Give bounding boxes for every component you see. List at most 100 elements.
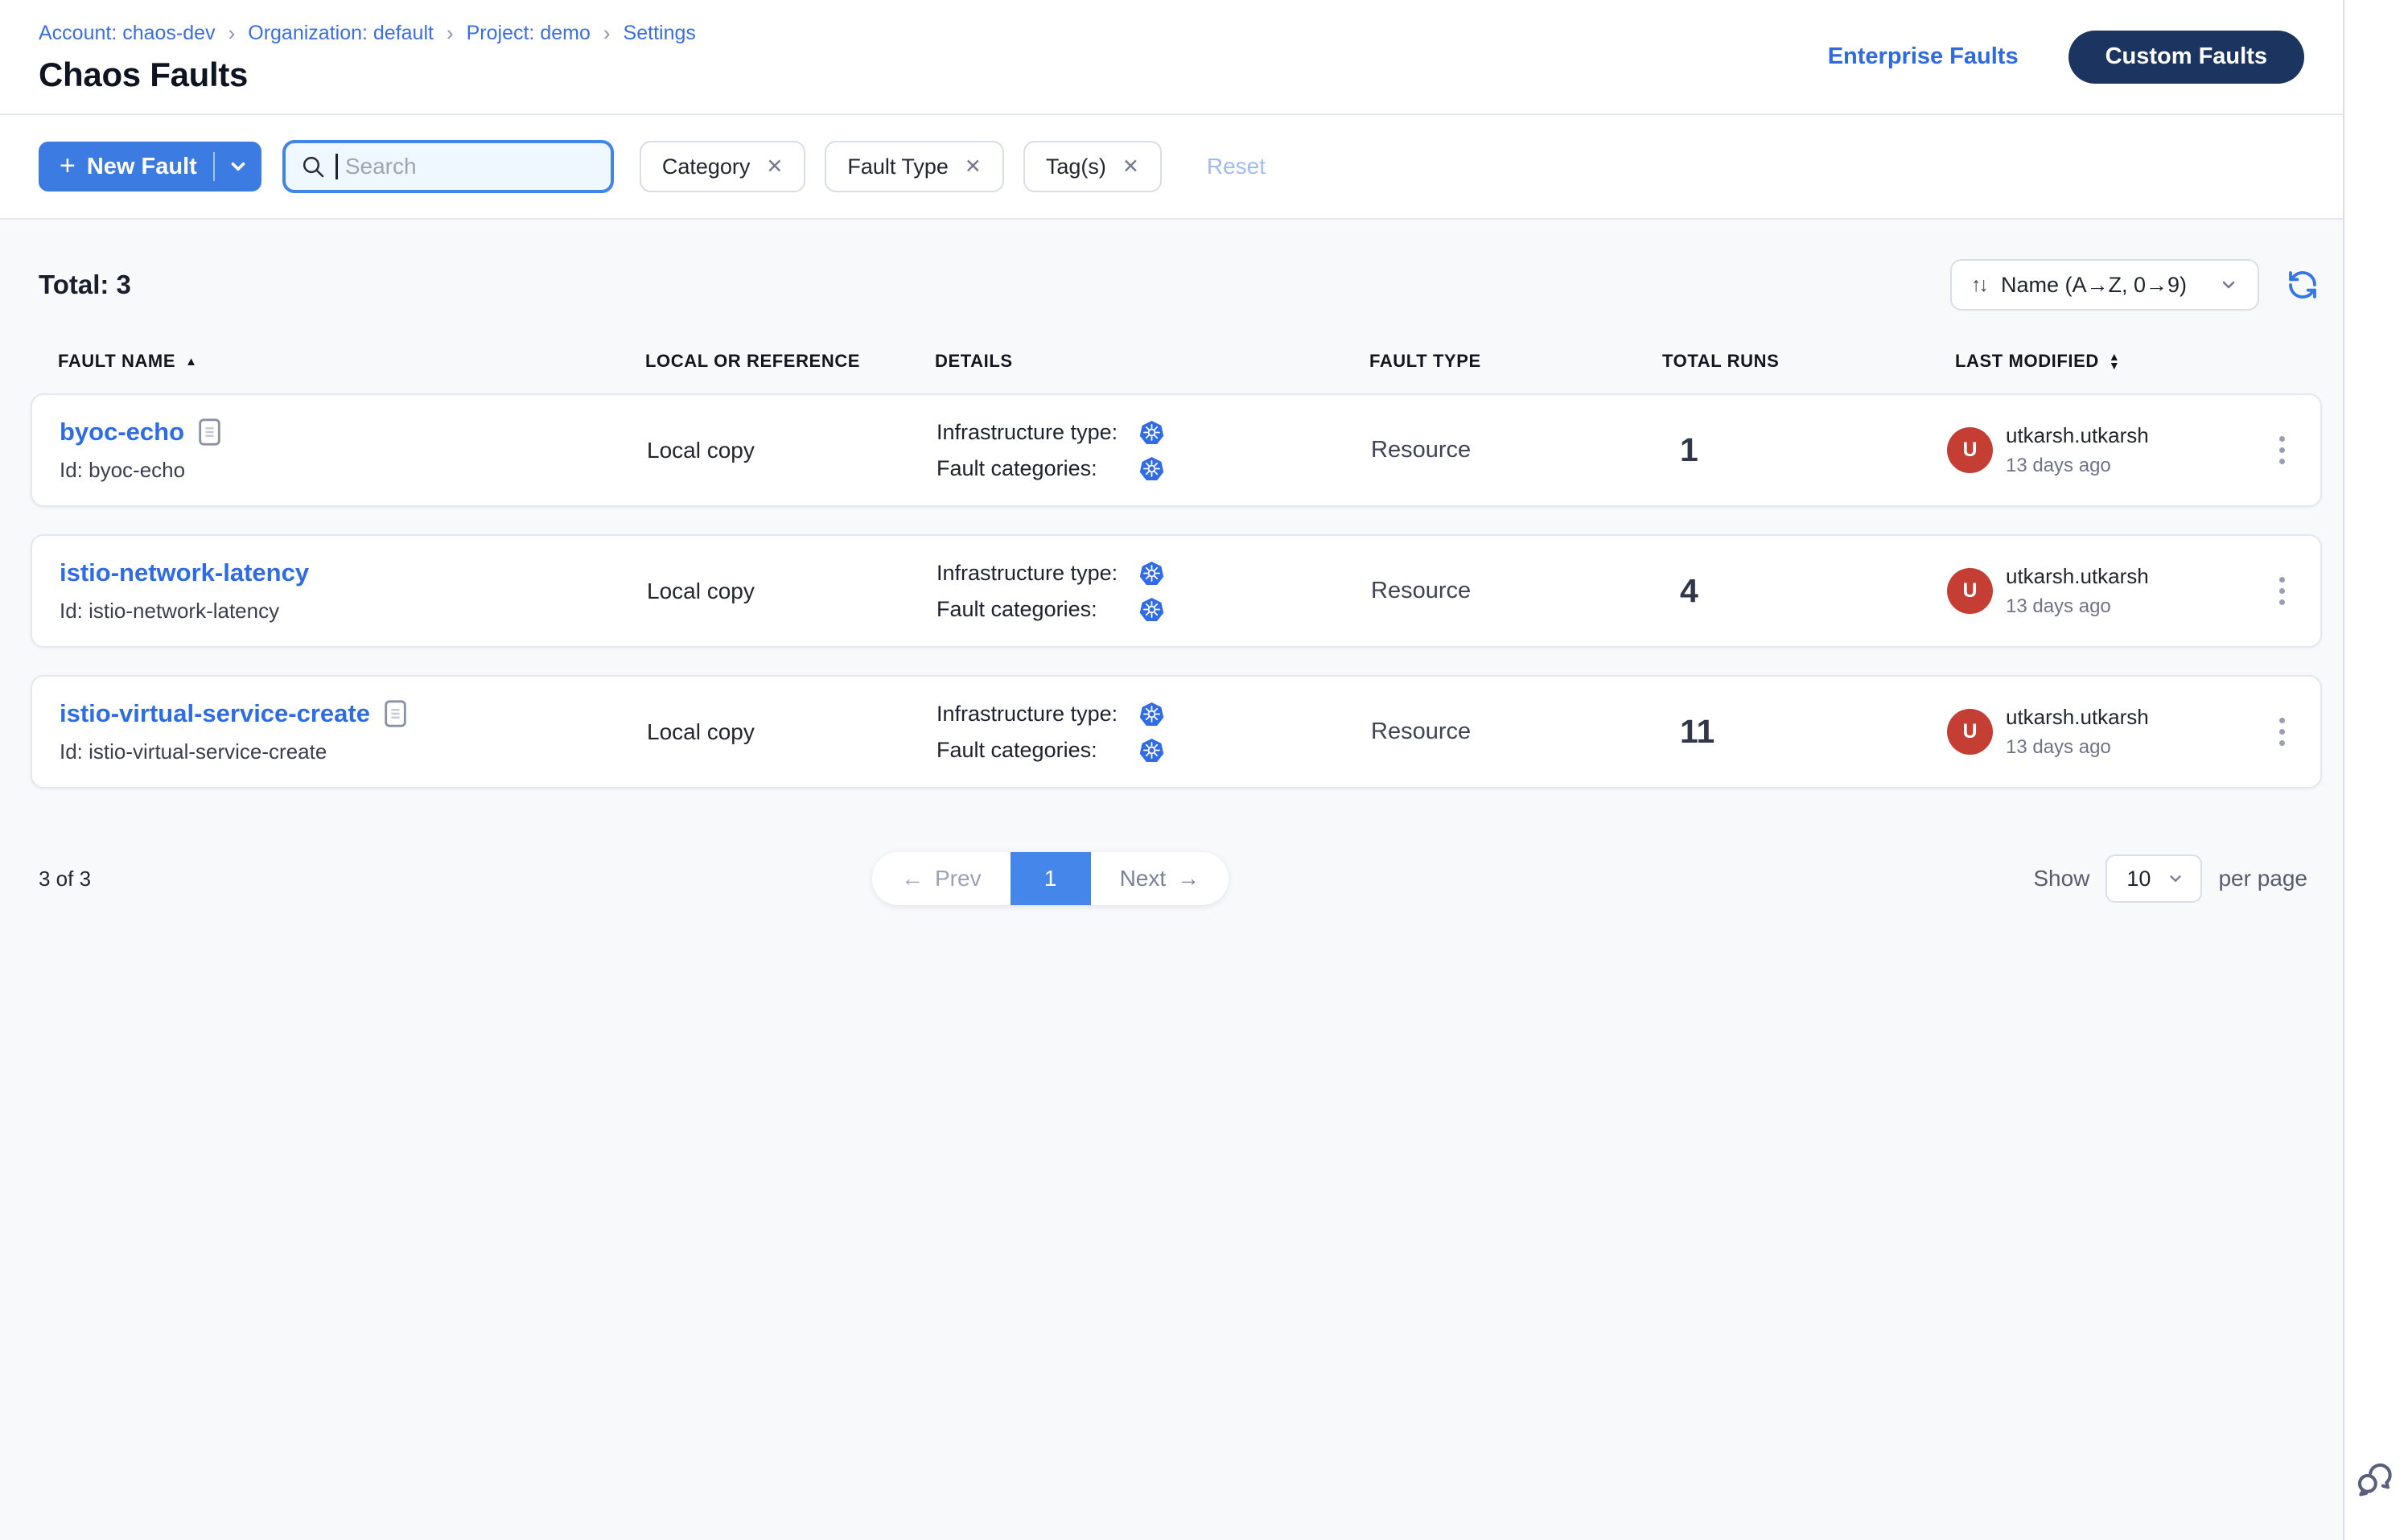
filter-chip-category[interactable]: Category ✕ bbox=[640, 141, 806, 192]
list-controls: Total: 3 ↑↓ Name (A→Z, 0→9) bbox=[31, 258, 2322, 311]
list-controls-right: ↑↓ Name (A→Z, 0→9) bbox=[1950, 259, 2322, 311]
details-cell: Infrastructure type: Fault categories: bbox=[917, 677, 1352, 787]
chat-widget-button[interactable] bbox=[2352, 1457, 2398, 1508]
breadcrumb-account[interactable]: Account: chaos-dev bbox=[39, 22, 216, 45]
row-menu-cell bbox=[2243, 395, 2320, 505]
text-caret bbox=[335, 154, 338, 179]
show-label: Show bbox=[2033, 866, 2089, 891]
fault-type-value: Resource bbox=[1371, 437, 1471, 463]
fault-id: Id: byoc-echo bbox=[60, 458, 185, 483]
modified-by: utkarsh.utkarsh bbox=[2006, 564, 2149, 589]
local-copy-label: Local copy bbox=[647, 579, 755, 604]
fault-type-cell: Resource bbox=[1352, 536, 1645, 646]
arrow-left-icon: ← bbox=[901, 866, 924, 891]
fault-name-cell: istio-network-latency Id: istio-network-… bbox=[32, 536, 628, 646]
page-size-value: 10 bbox=[2126, 867, 2151, 891]
search-input[interactable] bbox=[282, 140, 614, 193]
per-page-label: per page bbox=[2218, 866, 2307, 891]
close-icon[interactable]: ✕ bbox=[766, 154, 783, 179]
breadcrumb-project[interactable]: Project: demo bbox=[467, 22, 591, 45]
row-menu-button[interactable] bbox=[2271, 569, 2293, 613]
fault-type-cell: Resource bbox=[1352, 395, 1645, 505]
plus-icon: + bbox=[60, 152, 76, 179]
column-header-local-or-reference: LOCAL OR REFERENCE bbox=[626, 351, 916, 372]
row-menu-button[interactable] bbox=[2271, 710, 2293, 754]
chevron-down-icon bbox=[228, 156, 249, 177]
details-cell: Infrastructure type: Fault categories: bbox=[917, 395, 1352, 505]
pager: ← Prev 1 Next → bbox=[872, 852, 1229, 905]
prev-page-button[interactable]: ← Prev bbox=[872, 852, 1011, 905]
breadcrumb-separator: › bbox=[447, 21, 454, 46]
fault-type-value: Resource bbox=[1371, 578, 1471, 604]
chevron-down-icon bbox=[2219, 275, 2238, 294]
modified-date: 13 days ago bbox=[2006, 455, 2149, 477]
filter-chip-tags[interactable]: Tag(s) ✕ bbox=[1023, 141, 1162, 192]
sort-dropdown[interactable]: ↑↓ Name (A→Z, 0→9) bbox=[1950, 259, 2259, 311]
fault-name-link[interactable]: istio-network-latency bbox=[60, 558, 309, 587]
manifest-doc-icon[interactable] bbox=[385, 700, 406, 727]
infrastructure-type-label: Infrastructure type: bbox=[936, 420, 1139, 445]
modified-by: utkarsh.utkarsh bbox=[2006, 423, 2149, 448]
chat-bubbles-icon bbox=[2352, 1457, 2398, 1504]
reset-filters-button[interactable]: Reset bbox=[1207, 154, 1266, 179]
column-label: LOCAL OR REFERENCE bbox=[645, 351, 860, 372]
page-summary: 3 of 3 bbox=[31, 867, 91, 891]
row-menu-cell bbox=[2243, 677, 2320, 787]
modified-by: utkarsh.utkarsh bbox=[2006, 705, 2149, 730]
kubernetes-icon bbox=[1139, 420, 1164, 445]
filter-chip-fault-type[interactable]: Fault Type ✕ bbox=[825, 141, 1004, 192]
new-fault-dropdown-button[interactable] bbox=[215, 156, 261, 177]
total-runs-value: 1 bbox=[1680, 431, 1698, 469]
sort-value: Name (A→Z, 0→9) bbox=[2001, 273, 2187, 298]
sort-both-icon: ▲ ▼ bbox=[2109, 352, 2120, 370]
tab-enterprise-faults[interactable]: Enterprise Faults bbox=[1828, 43, 2019, 70]
breadcrumb-separator: › bbox=[603, 21, 611, 46]
right-gutter bbox=[2343, 0, 2404, 1540]
column-header-last-modified[interactable]: LAST MODIFIED ▲ ▼ bbox=[1936, 351, 2245, 372]
column-label: FAULT TYPE bbox=[1369, 351, 1481, 372]
column-header-details: DETAILS bbox=[916, 351, 1350, 372]
tab-custom-faults[interactable]: Custom Faults bbox=[2069, 31, 2304, 84]
kubernetes-icon bbox=[1139, 561, 1164, 586]
modified-date: 13 days ago bbox=[2006, 595, 2149, 618]
close-icon[interactable]: ✕ bbox=[965, 154, 982, 179]
sort-asc-icon: ▲ bbox=[185, 355, 197, 369]
chip-label: Fault Type bbox=[847, 154, 949, 179]
avatar: U bbox=[1947, 709, 1993, 755]
total-runs-cell: 4 bbox=[1645, 536, 1937, 646]
close-icon[interactable]: ✕ bbox=[1122, 154, 1139, 179]
new-fault-button[interactable]: + New Fault bbox=[39, 154, 213, 180]
page-1-button[interactable]: 1 bbox=[1011, 852, 1091, 905]
new-fault-label: New Fault bbox=[87, 154, 197, 180]
modified-date: 13 days ago bbox=[2006, 736, 2149, 759]
column-label: TOTAL RUNS bbox=[1662, 351, 1779, 372]
chevron-down-icon bbox=[2167, 870, 2184, 887]
total-runs-value: 4 bbox=[1680, 572, 1698, 610]
row-menu-cell bbox=[2243, 536, 2320, 646]
fault-categories-label: Fault categories: bbox=[936, 738, 1139, 763]
row-menu-button[interactable] bbox=[2271, 428, 2293, 472]
breadcrumb-organization[interactable]: Organization: default bbox=[248, 22, 434, 45]
breadcrumb-settings[interactable]: Settings bbox=[624, 22, 696, 45]
toolbar: + New Fault Category ✕ Fault Type ✕ T bbox=[0, 115, 2343, 220]
manifest-doc-icon[interactable] bbox=[199, 418, 220, 446]
refresh-button[interactable] bbox=[2283, 266, 2322, 304]
header-left: Account: chaos-dev › Organization: defau… bbox=[39, 19, 696, 94]
kubernetes-icon bbox=[1139, 456, 1164, 481]
page-size-dropdown[interactable]: 10 bbox=[2106, 854, 2202, 903]
filter-chips: Category ✕ Fault Type ✕ Tag(s) ✕ bbox=[640, 141, 1162, 192]
fault-name-link[interactable]: byoc-echo bbox=[60, 418, 184, 447]
fault-type-value: Resource bbox=[1371, 719, 1471, 745]
infrastructure-type-label: Infrastructure type: bbox=[936, 702, 1139, 727]
total-runs-cell: 11 bbox=[1645, 677, 1937, 787]
prev-label: Prev bbox=[935, 866, 982, 891]
kubernetes-icon bbox=[1139, 597, 1164, 622]
breadcrumb-separator: › bbox=[228, 21, 236, 46]
column-header-fault-name[interactable]: FAULT NAME ▲ bbox=[31, 351, 626, 372]
next-page-button[interactable]: Next → bbox=[1091, 852, 1229, 905]
table-row: byoc-echo Id: byoc-echo Local copy Infra… bbox=[31, 393, 2322, 507]
fault-name-link[interactable]: istio-virtual-service-create bbox=[60, 699, 370, 728]
fault-categories-label: Fault categories: bbox=[936, 597, 1139, 622]
table-row: istio-network-latency Id: istio-network-… bbox=[31, 534, 2322, 648]
fault-name-cell: istio-virtual-service-create Id: istio-v… bbox=[32, 677, 628, 787]
